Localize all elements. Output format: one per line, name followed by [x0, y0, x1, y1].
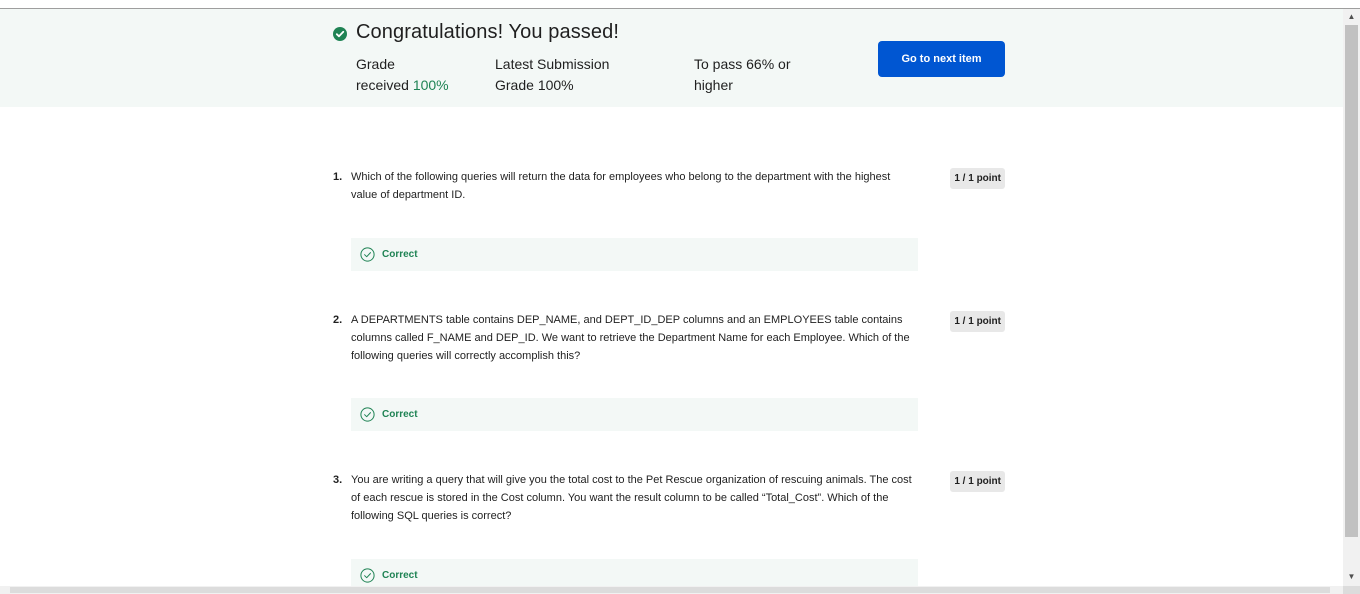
vertical-scrollbar[interactable]: ▲ ▼: [1343, 9, 1360, 586]
topass-label-2: higher: [694, 77, 733, 93]
points-badge: 1 / 1 point: [950, 168, 1005, 189]
grade-label-2: received: [356, 77, 409, 93]
to-pass-stat: To pass 66% or higher: [694, 54, 804, 96]
vertical-scroll-thumb[interactable]: [1345, 25, 1358, 537]
horizontal-scrollbar[interactable]: [0, 586, 1343, 594]
grade-received-stat: Grade received 100%: [356, 54, 466, 96]
horizontal-scroll-thumb[interactable]: [10, 587, 1330, 593]
check-circle-outline-icon: [360, 407, 375, 422]
feedback-box: Correct: [351, 238, 918, 271]
result-banner: Congratulations! You passed! Grade recei…: [0, 9, 1343, 107]
question-number: 2.: [333, 314, 343, 326]
grade-label: Grade: [356, 56, 395, 72]
browser-viewport: Congratulations! You passed! Grade recei…: [0, 0, 1360, 594]
grade-value: 100%: [412, 77, 449, 93]
feedback-label: Correct: [382, 409, 418, 420]
question-number: 3.: [333, 474, 343, 486]
banner-title: Congratulations! You passed!: [356, 21, 619, 43]
topass-value: 66% or: [746, 56, 791, 72]
question-text: Which of the following queries will retu…: [351, 171, 891, 201]
latest-value: 100%: [537, 77, 574, 93]
points-badge: 1 / 1 point: [950, 471, 1005, 492]
check-circle-outline-icon: [360, 247, 375, 262]
feedback-label: Correct: [382, 249, 418, 260]
scrollbar-corner: [1343, 586, 1360, 594]
check-circle-filled-icon: [333, 27, 347, 41]
scroll-up-icon[interactable]: ▲: [1343, 9, 1360, 25]
latest-label-2: Grade: [495, 77, 534, 93]
check-circle-outline-icon: [360, 568, 375, 583]
question-number: 1.: [333, 171, 343, 183]
feedback-box: Correct: [351, 398, 918, 431]
go-to-next-item-button[interactable]: Go to next item: [878, 41, 1005, 77]
question-text: You are writing a query that will give y…: [351, 474, 912, 522]
question-text: A DEPARTMENTS table contains DEP_NAME, a…: [351, 314, 910, 362]
points-badge: 1 / 1 point: [950, 311, 1005, 332]
window-top-border: [0, 0, 1360, 9]
banner-content: Congratulations! You passed! Grade recei…: [333, 9, 1005, 107]
scroll-down-icon[interactable]: ▼: [1343, 569, 1360, 585]
latest-label: Latest Submission: [495, 56, 610, 72]
topass-label: To pass: [694, 56, 743, 72]
latest-submission-stat: Latest Submission Grade 100%: [495, 54, 655, 96]
